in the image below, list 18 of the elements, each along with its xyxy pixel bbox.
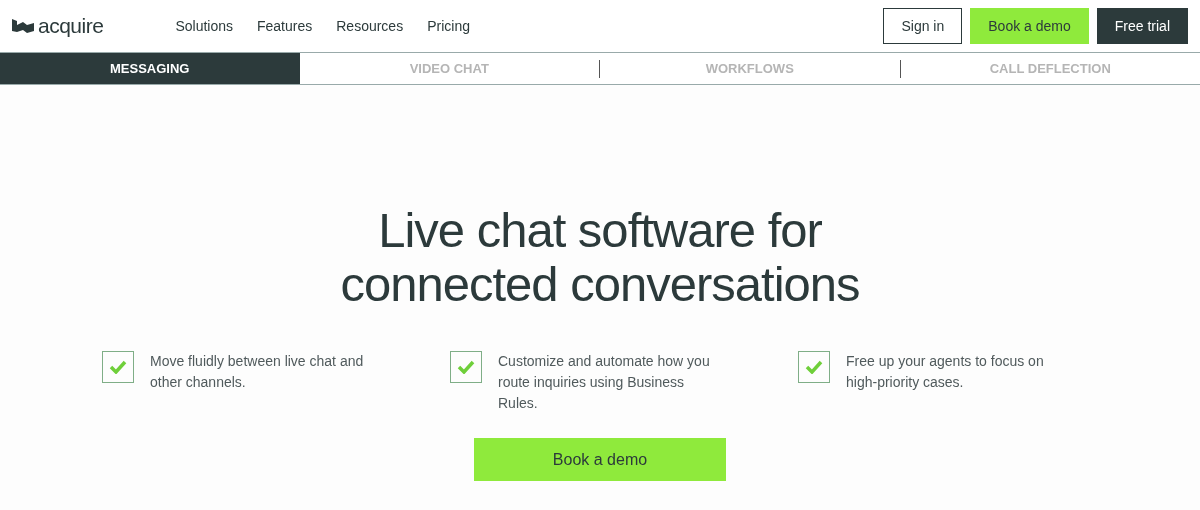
header-button[interactable]: Book a demo (970, 8, 1089, 44)
brand-name[interactable]: acquire (38, 10, 104, 42)
check-icon (457, 360, 475, 374)
book-demo-button[interactable]: Book a demo (474, 438, 726, 481)
feature-text: Move fluidly between live chat and other channels. (150, 352, 365, 392)
tab[interactable]: MESSAGING (0, 53, 300, 84)
check-icon (109, 360, 127, 374)
nav-link[interactable]: Solutions (175, 15, 233, 37)
feature-text: Customize and automate how you route inquiries using Business Rules. (498, 352, 711, 413)
nav-link[interactable]: Pricing (427, 15, 470, 37)
header-button[interactable]: Sign in (883, 8, 963, 44)
nav-link[interactable]: Features (257, 15, 313, 37)
header-button[interactable]: Free trial (1096, 8, 1188, 44)
check-icon (805, 360, 823, 374)
nav-link[interactable]: Resources (336, 15, 404, 37)
feature-text: Free up your agents to focus on high-priority cases. (846, 352, 1045, 392)
logo-icon[interactable] (12, 19, 34, 33)
hero-heading: Live chat software for connected conversations (340, 203, 860, 311)
